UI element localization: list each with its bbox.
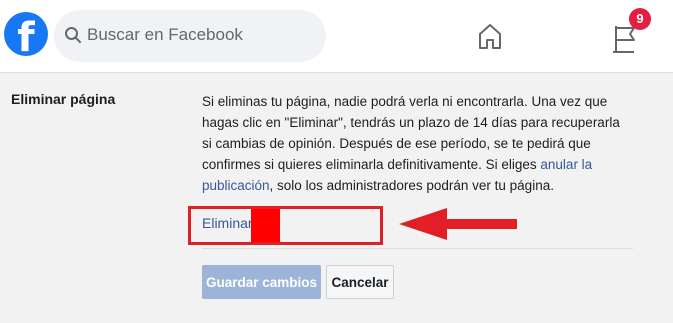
- divider: [202, 248, 633, 249]
- setting-description: Si eliminas tu página, nadie podrá verla…: [202, 91, 632, 196]
- settings-panel: Eliminar página Si eliminas tu página, n…: [0, 72, 673, 323]
- save-changes-button[interactable]: Guardar cambios: [202, 265, 321, 299]
- cancel-button[interactable]: Cancelar: [326, 265, 394, 299]
- search-bar[interactable]: [54, 10, 326, 62]
- annotation-highlight-box: [188, 206, 383, 245]
- home-button[interactable]: [472, 18, 508, 54]
- facebook-logo[interactable]: f: [4, 12, 48, 60]
- facebook-logo-letter: f: [17, 15, 35, 61]
- setting-label: Eliminar página: [11, 91, 116, 107]
- description-text-end: , solo los administradores podrán ver tu…: [269, 178, 554, 193]
- top-navigation-bar: f 9: [0, 0, 673, 72]
- annotation-arrow-icon: [399, 208, 517, 240]
- notification-badge: 9: [629, 8, 651, 30]
- home-icon: [479, 24, 501, 49]
- search-input[interactable]: [87, 23, 317, 47]
- search-icon: [65, 27, 81, 43]
- pages-button[interactable]: 9: [604, 8, 656, 60]
